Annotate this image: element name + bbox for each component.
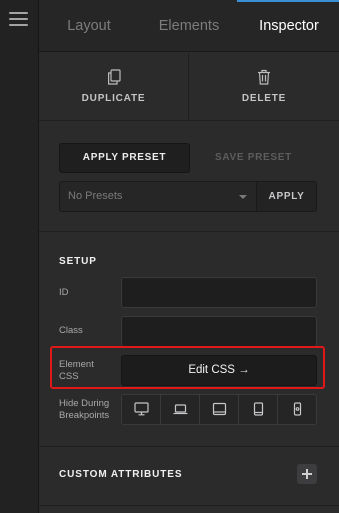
chevron-down-icon	[239, 195, 247, 199]
breakpoint-desktop-toggle[interactable]	[122, 395, 161, 424]
custom-attributes-title: CUSTOM ATTRIBUTES	[59, 469, 183, 480]
breakpoint-tablet-landscape-toggle[interactable]	[200, 395, 239, 424]
breakpoints-label-line1: Hide During	[59, 398, 110, 409]
duplicate-button[interactable]: DUPLICATE	[39, 53, 189, 121]
apply-button[interactable]: APPLY	[257, 181, 317, 212]
laptop-icon	[173, 404, 188, 415]
tablet-portrait-icon	[253, 402, 264, 416]
delete-label: DELETE	[241, 93, 287, 104]
breakpoint-toggles	[121, 394, 317, 425]
left-rail	[0, 0, 39, 513]
breakpoints-label: Hide During Breakpoints	[59, 398, 109, 422]
element-actions: DUPLICATE DELETE	[39, 53, 339, 121]
save-preset-button[interactable]: SAVE PRESET	[190, 143, 317, 173]
breakpoints-label-line2: Breakpoints	[59, 410, 110, 421]
element-css-label: Element CSS	[59, 359, 94, 383]
divider	[39, 505, 339, 506]
duplicate-label: DUPLICATE	[81, 93, 146, 104]
panel-tabs: Layout Elements Inspector	[39, 0, 339, 52]
tab-elements[interactable]: Elements	[139, 0, 239, 52]
setup-title: SETUP	[59, 256, 97, 267]
tab-inspector[interactable]: Inspector	[239, 0, 339, 52]
divider	[39, 231, 339, 232]
preset-actions: APPLY PRESET SAVE PRESET	[59, 143, 317, 173]
preset-select[interactable]: No Presets	[59, 181, 257, 212]
breakpoint-laptop-toggle[interactable]	[161, 395, 200, 424]
desktop-icon	[134, 402, 149, 416]
element-css-label-line2: CSS	[59, 371, 79, 382]
breakpoint-phone-toggle[interactable]	[278, 395, 317, 424]
menu-icon[interactable]	[9, 12, 28, 26]
divider	[39, 446, 339, 447]
class-field[interactable]	[121, 316, 317, 347]
inspector-panel: Layout Elements Inspector DUPLICATE DELE…	[39, 0, 339, 513]
duplicate-icon	[107, 69, 121, 85]
id-field[interactable]	[121, 277, 317, 308]
tab-layout[interactable]: Layout	[39, 0, 139, 52]
breakpoint-tablet-portrait-toggle[interactable]	[239, 395, 278, 424]
delete-button[interactable]: DELETE	[189, 53, 339, 121]
element-css-label-line1: Element	[59, 359, 94, 370]
id-label: ID	[59, 287, 69, 298]
phone-icon	[293, 402, 302, 416]
preset-select-row: No Presets APPLY	[59, 181, 317, 212]
tablet-landscape-icon	[212, 402, 227, 416]
apply-preset-button[interactable]: APPLY PRESET	[59, 143, 190, 173]
plus-icon[interactable]	[297, 464, 317, 484]
edit-css-button[interactable]: Edit CSS →	[121, 355, 317, 386]
trash-icon	[257, 69, 271, 85]
active-tab-indicator	[237, 0, 339, 2]
class-label: Class	[59, 325, 83, 336]
preset-select-value: No Presets	[68, 190, 123, 202]
